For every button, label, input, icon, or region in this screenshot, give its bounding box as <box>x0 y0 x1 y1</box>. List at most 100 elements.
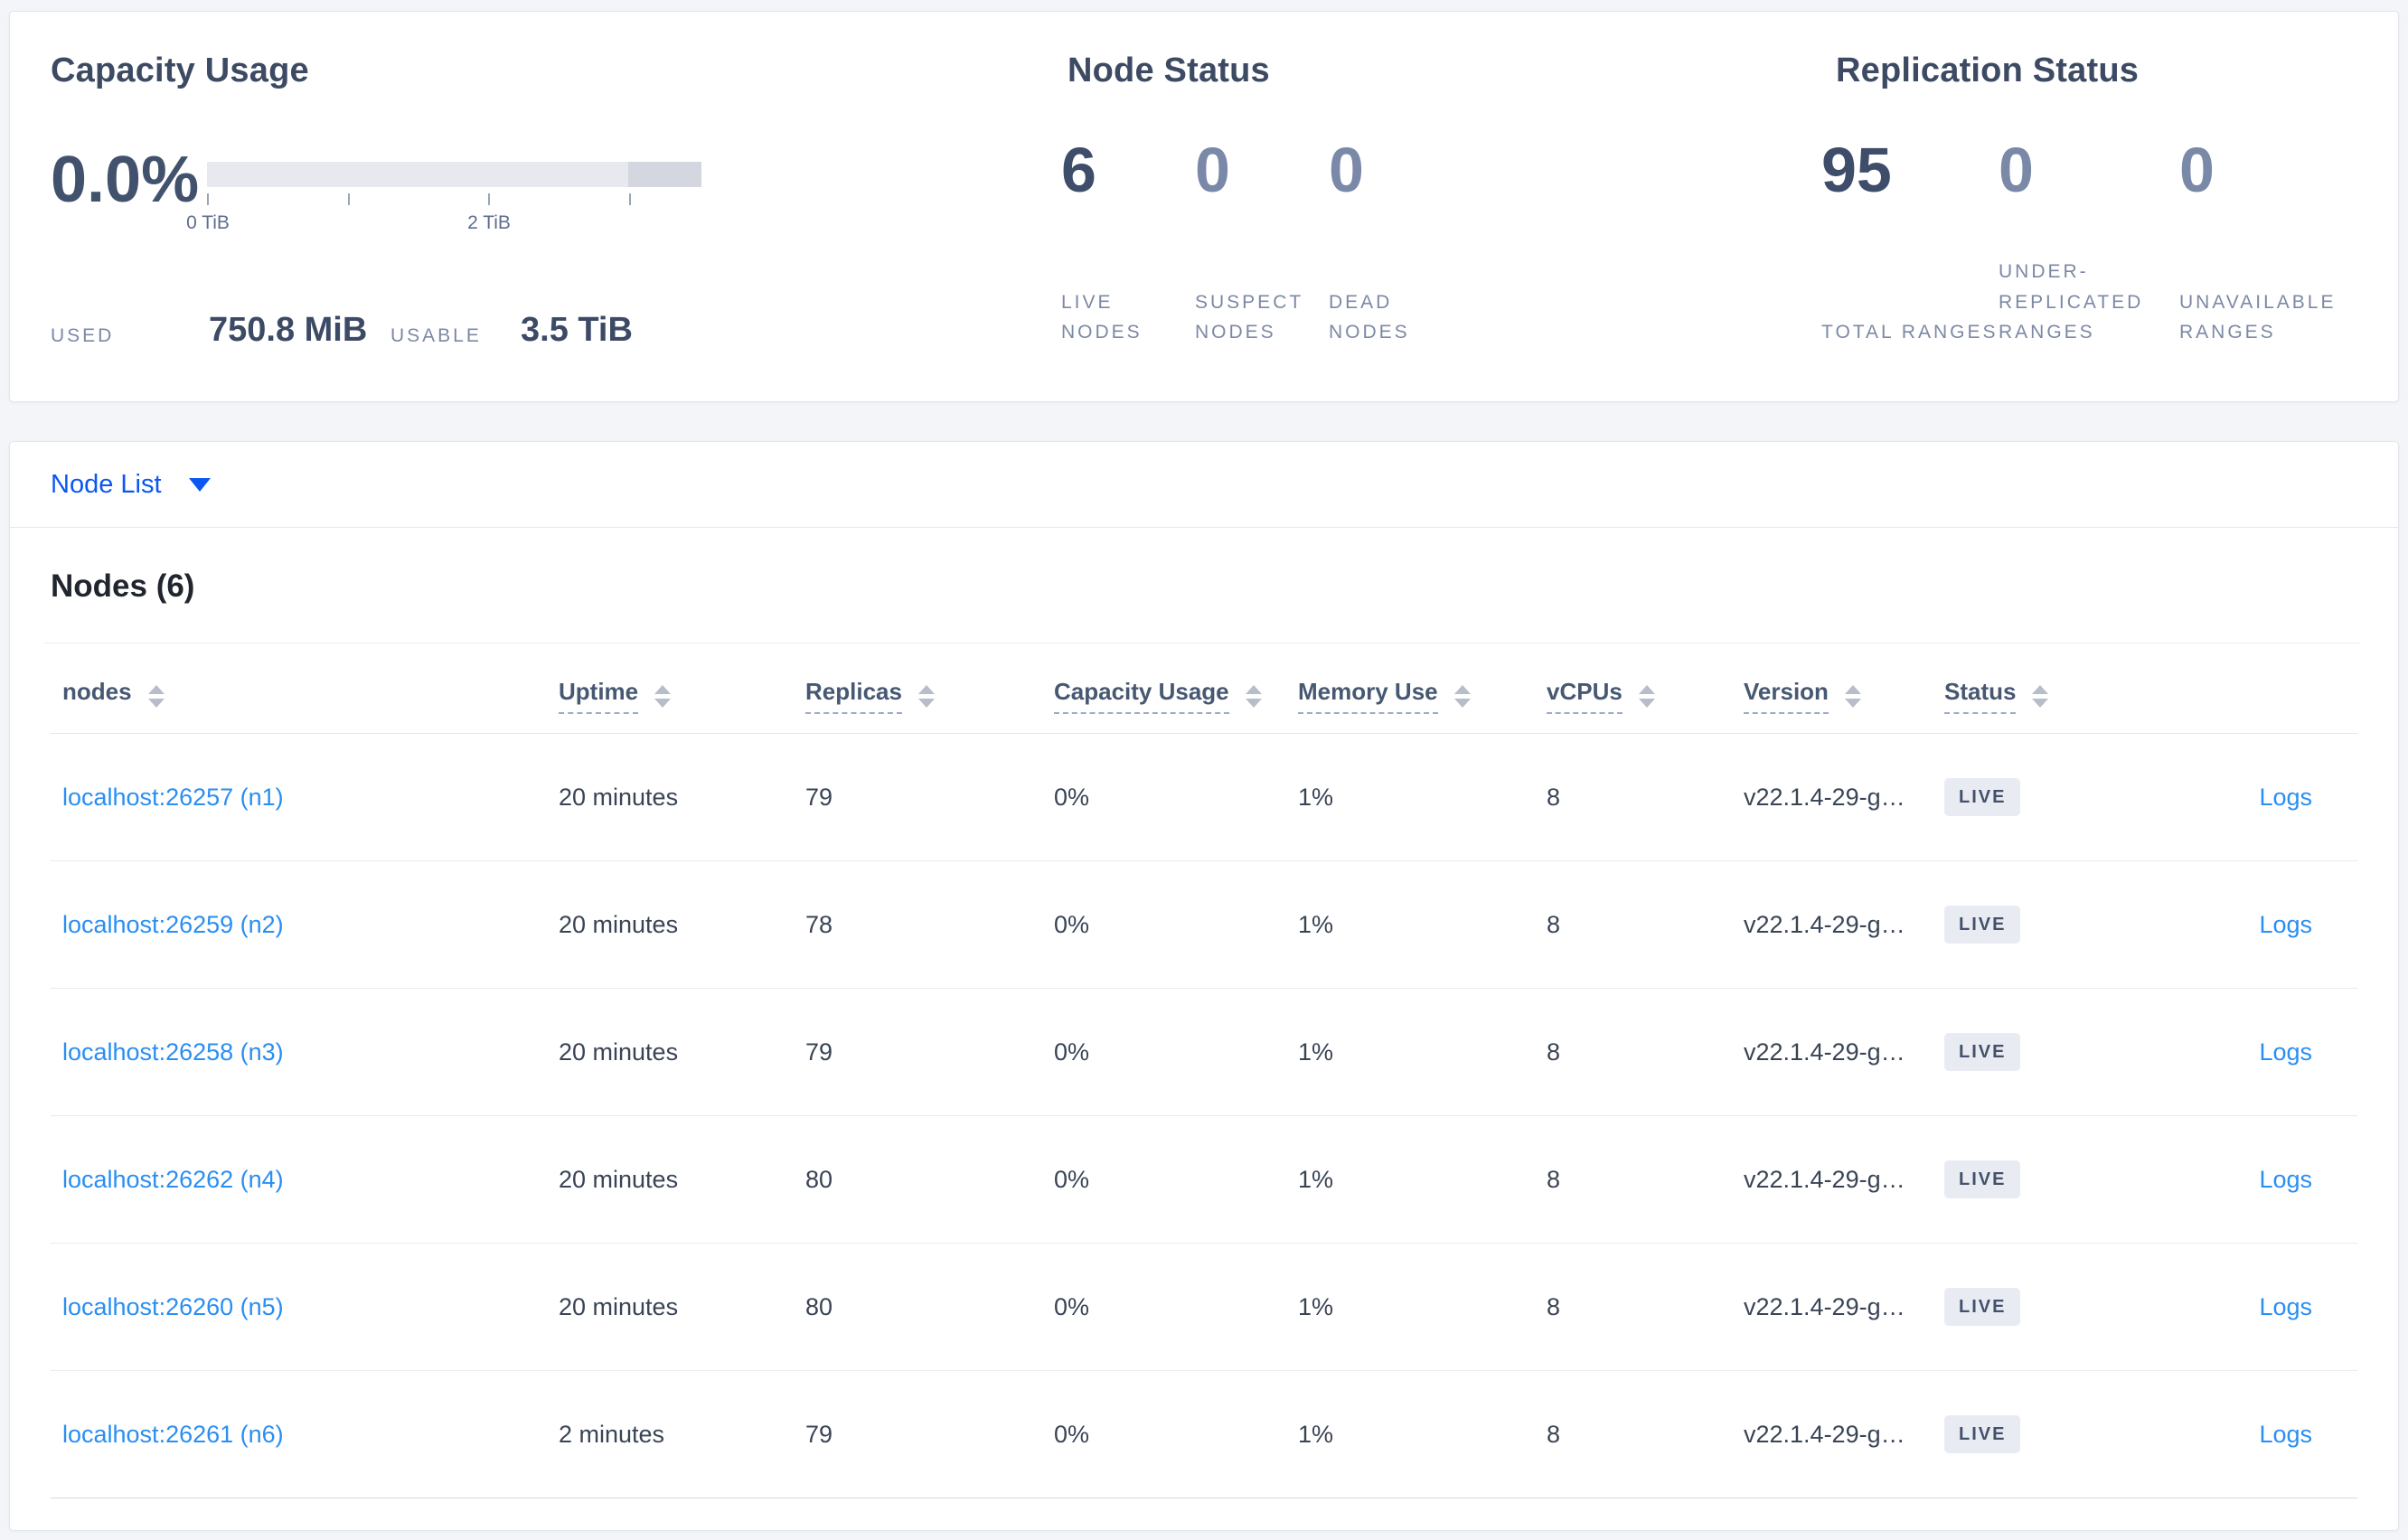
node-status-title: Node Status <box>1068 52 1270 89</box>
version-cell: v22.1.4-29-g… <box>1744 910 1905 938</box>
sort-down-icon <box>654 698 672 708</box>
stat-column: 0 DEAD NODES <box>1329 138 1473 348</box>
status-badge: LIVE <box>1944 1288 2021 1326</box>
stat-label: LIVE NODES <box>1061 291 1143 343</box>
nodes-table: nodes Uptime Replicas Capacity Usage Mem… <box>51 659 2357 1498</box>
memory-use-cell: 1% <box>1298 910 1334 938</box>
stat-label: SUSPECT NODES <box>1195 291 1303 343</box>
cluster-overview-page: Capacity Usage 0.0% 0 TiB 2 TiB USED 750.… <box>0 0 2408 1540</box>
uptime-cell: 20 minutes <box>559 783 679 811</box>
axis-tick-label: 2 TiB <box>467 212 511 233</box>
table-row: localhost:26258 (n3) 20 minutes 79 0% 1%… <box>51 989 2357 1116</box>
table-row: localhost:26259 (n2) 20 minutes 78 0% 1%… <box>51 861 2357 989</box>
capacity-bar <box>207 162 701 187</box>
stat-label: DEAD NODES <box>1329 291 1410 343</box>
node-link[interactable]: localhost:26260 (n5) <box>62 1293 284 1320</box>
memory-use-cell: 1% <box>1298 1292 1334 1320</box>
sort-down-icon <box>1453 698 1471 708</box>
replicas-cell: 79 <box>805 1038 833 1066</box>
sort-icon <box>1245 684 1262 708</box>
column-header-label: Uptime <box>559 678 639 714</box>
sort-up-icon <box>1638 684 1655 694</box>
view-selector-dropdown[interactable]: Node List <box>51 470 211 500</box>
column-header[interactable] <box>2113 692 2357 700</box>
memory-use-cell: 1% <box>1298 783 1334 811</box>
stat-value: 0 <box>1195 135 1230 205</box>
replicas-cell: 80 <box>805 1165 833 1193</box>
replicas-cell: 78 <box>805 910 833 938</box>
column-header[interactable]: Capacity Usage <box>1042 678 1286 714</box>
column-header-label: Version <box>1744 678 1829 714</box>
version-cell: v22.1.4-29-g… <box>1744 1420 1905 1448</box>
column-header[interactable]: nodes <box>51 678 547 714</box>
sort-icon <box>917 684 935 708</box>
uptime-cell: 20 minutes <box>559 1038 679 1066</box>
table-row: localhost:26261 (n6) 2 minutes 79 0% 1% … <box>51 1371 2357 1498</box>
stat-column: 0 SUSPECT NODES <box>1195 138 1329 348</box>
logs-link[interactable]: Logs <box>2259 1166 2312 1193</box>
sort-down-icon <box>917 698 935 708</box>
status-badge: LIVE <box>1944 778 2021 816</box>
version-cell: v22.1.4-29-g… <box>1744 1038 1905 1066</box>
capacity-bar-tail <box>628 162 701 187</box>
capacity-usage-cell: 0% <box>1054 1038 1090 1066</box>
sort-icon <box>654 684 672 708</box>
replicas-cell: 79 <box>805 783 833 811</box>
table-row: localhost:26257 (n1) 20 minutes 79 0% 1%… <box>51 734 2357 861</box>
version-cell: v22.1.4-29-g… <box>1744 1292 1905 1320</box>
stat-value: 0 <box>1999 135 2034 205</box>
capacity-usage-cell: 0% <box>1054 1420 1090 1448</box>
replicas-cell: 80 <box>805 1292 833 1320</box>
node-link[interactable]: localhost:26258 (n3) <box>62 1038 284 1066</box>
column-header-label: Capacity Usage <box>1054 678 1229 714</box>
stat-value: 0 <box>2179 135 2215 205</box>
stat-label: UNDER-REPLICATED RANGES <box>1999 261 2144 343</box>
column-header[interactable]: Status <box>1933 678 2113 714</box>
uptime-cell: 2 minutes <box>559 1420 665 1448</box>
vcpus-cell: 8 <box>1547 1165 1561 1193</box>
axis-tick <box>207 193 209 205</box>
column-header[interactable]: Version <box>1732 678 1933 714</box>
sort-icon <box>1453 684 1471 708</box>
sort-down-icon <box>147 698 165 708</box>
column-header[interactable]: vCPUs <box>1535 678 1732 714</box>
logs-link[interactable]: Logs <box>2259 1293 2312 1320</box>
column-header[interactable]: Uptime <box>547 678 794 714</box>
node-link[interactable]: localhost:26262 (n4) <box>62 1166 284 1193</box>
stat-column: 0 UNDER-REPLICATED RANGES <box>1999 138 2179 348</box>
view-selector-bar: Node List <box>10 442 2398 528</box>
column-header[interactable]: Replicas <box>794 678 1042 714</box>
vcpus-cell: 8 <box>1547 1038 1561 1066</box>
node-link[interactable]: localhost:26259 (n2) <box>62 911 284 938</box>
sort-icon <box>1844 684 1861 708</box>
status-badge: LIVE <box>1944 1415 2021 1453</box>
node-status-stats: 6 LIVE NODES 0 SUSPECT NODES 0 DEAD NODE… <box>1061 138 1473 348</box>
used-value: 750.8 MiB <box>209 311 368 349</box>
vcpus-cell: 8 <box>1547 783 1561 811</box>
column-header-label: vCPUs <box>1547 678 1623 714</box>
axis-tick <box>629 193 631 205</box>
capacity-usage-cell: 0% <box>1054 1292 1090 1320</box>
stat-value: 95 <box>1821 135 1892 205</box>
vcpus-cell: 8 <box>1547 1292 1561 1320</box>
nodes-section-title: Nodes (6) <box>51 568 195 604</box>
uptime-cell: 20 minutes <box>559 910 679 938</box>
node-list-card: Node List Nodes (6) nodes Uptime Replica… <box>9 441 2399 1531</box>
status-badge: LIVE <box>1944 906 2021 944</box>
version-cell: v22.1.4-29-g… <box>1744 1165 1905 1193</box>
node-link[interactable]: localhost:26261 (n6) <box>62 1421 284 1448</box>
column-header[interactable]: Memory Use <box>1286 678 1535 714</box>
logs-link[interactable]: Logs <box>2259 784 2312 811</box>
sort-up-icon <box>2032 684 2049 694</box>
replicas-cell: 79 <box>805 1420 833 1448</box>
stat-label: UNAVAILABLE RANGES <box>2179 291 2337 343</box>
capacity-usage-title: Capacity Usage <box>51 52 309 89</box>
node-link[interactable]: localhost:26257 (n1) <box>62 784 284 811</box>
status-badge: LIVE <box>1944 1033 2021 1071</box>
logs-link[interactable]: Logs <box>2259 1421 2312 1448</box>
caret-down-icon <box>188 477 211 492</box>
logs-link[interactable]: Logs <box>2259 1038 2312 1066</box>
used-label: USED <box>51 325 115 346</box>
logs-link[interactable]: Logs <box>2259 911 2312 938</box>
sort-down-icon <box>1638 698 1655 708</box>
